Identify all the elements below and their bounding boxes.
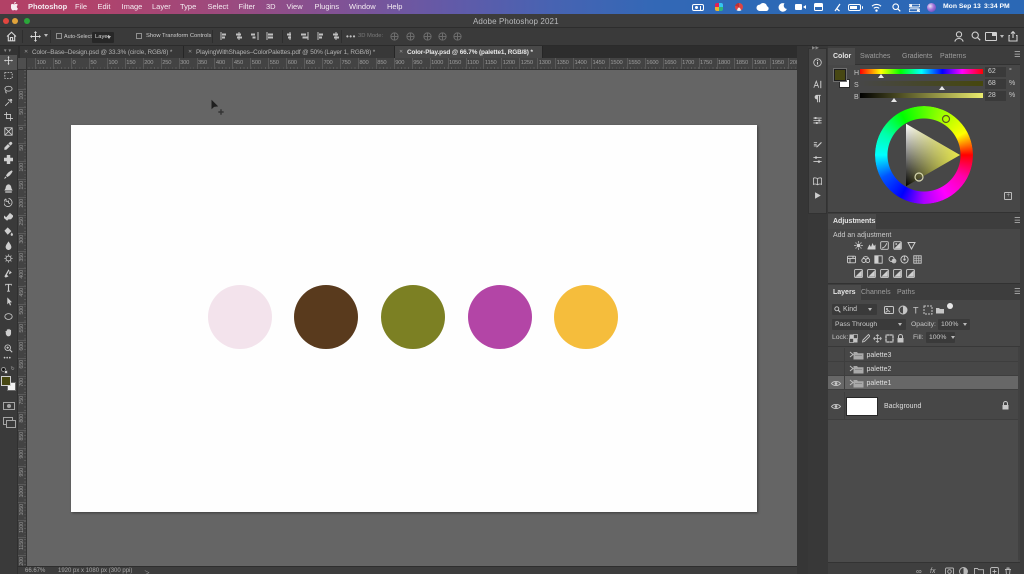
svg-text:T: T [913, 305, 919, 315]
